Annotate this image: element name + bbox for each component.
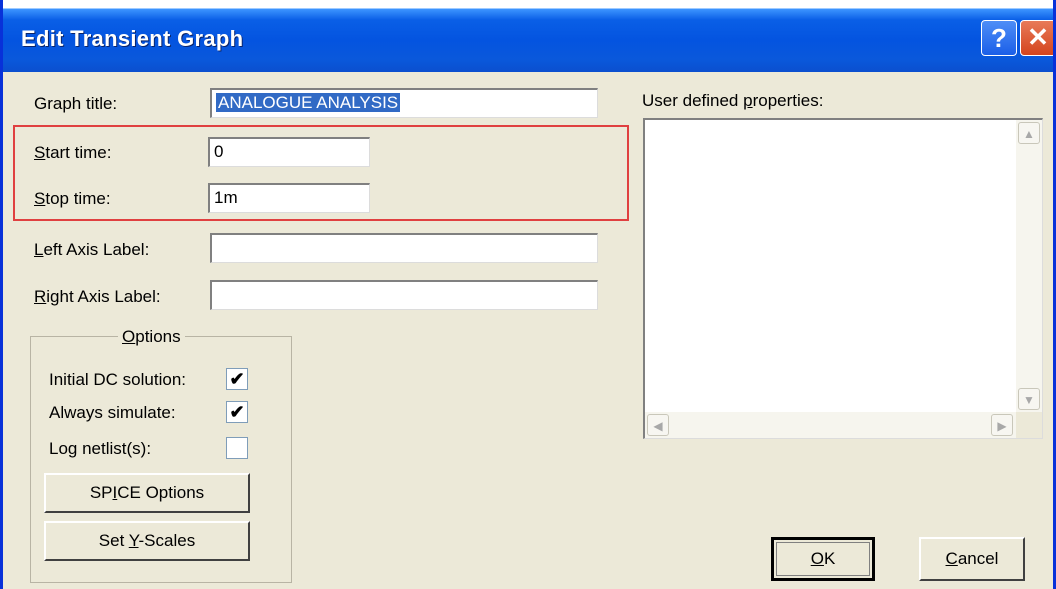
right-axis-input[interactable]	[210, 280, 598, 310]
always-simulate-checkbox[interactable]: ✔	[226, 401, 248, 423]
title-bar[interactable]: Edit Transient Graph ? ✕	[3, 0, 1053, 72]
scrollbar-corner	[1016, 412, 1042, 438]
spice-options-button[interactable]: SPICE Options	[44, 473, 250, 513]
start-time-input[interactable]: 0	[208, 137, 370, 167]
edit-transient-graph-dialog: Edit Transient Graph ? ✕ Graph title: AN…	[0, 0, 1056, 589]
left-axis-input[interactable]	[210, 233, 598, 263]
stop-time-label: Stop time:	[34, 189, 111, 208]
help-icon[interactable]: ?	[981, 20, 1017, 56]
dialog-title: Edit Transient Graph	[21, 26, 244, 51]
stop-time-input[interactable]: 1m	[208, 183, 370, 213]
graph-title-label: Graph title:	[34, 94, 118, 113]
user-properties-textarea[interactable]: ▲ ▼ ◀ ▶	[643, 118, 1043, 439]
vertical-scrollbar[interactable]: ▲ ▼	[1016, 120, 1042, 413]
cancel-button[interactable]: Cancel	[919, 537, 1025, 581]
initial-dc-checkbox[interactable]: ✔	[226, 368, 248, 390]
start-time-label: Start time:	[34, 143, 112, 162]
log-netlists-checkbox[interactable]	[226, 437, 248, 459]
set-y-scales-button[interactable]: Set Y-Scales	[44, 521, 250, 561]
scroll-right-icon[interactable]: ▶	[991, 414, 1013, 436]
left-axis-label: Left Axis Label:	[34, 240, 150, 259]
always-simulate-label: Always simulate:	[49, 403, 176, 422]
close-icon[interactable]: ✕	[1020, 20, 1053, 56]
horizontal-scrollbar[interactable]: ◀ ▶	[645, 412, 1016, 438]
graph-title-input[interactable]: ANALOGUE ANALYSIS	[210, 88, 598, 118]
options-group-title: Options	[118, 327, 185, 347]
scroll-down-icon[interactable]: ▼	[1018, 388, 1040, 410]
right-axis-label: Right Axis Label:	[34, 287, 161, 306]
user-properties-label: User defined properties:	[642, 91, 824, 110]
scroll-up-icon[interactable]: ▲	[1018, 122, 1040, 144]
log-netlists-label: Log netlist(s):	[49, 439, 152, 458]
scroll-left-icon[interactable]: ◀	[647, 414, 669, 436]
check-icon: ✔	[229, 402, 245, 422]
graph-title-value: ANALOGUE ANALYSIS	[216, 93, 401, 112]
ok-button[interactable]: OK	[771, 537, 875, 581]
initial-dc-label: Initial DC solution:	[49, 370, 187, 389]
check-icon: ✔	[229, 369, 245, 389]
